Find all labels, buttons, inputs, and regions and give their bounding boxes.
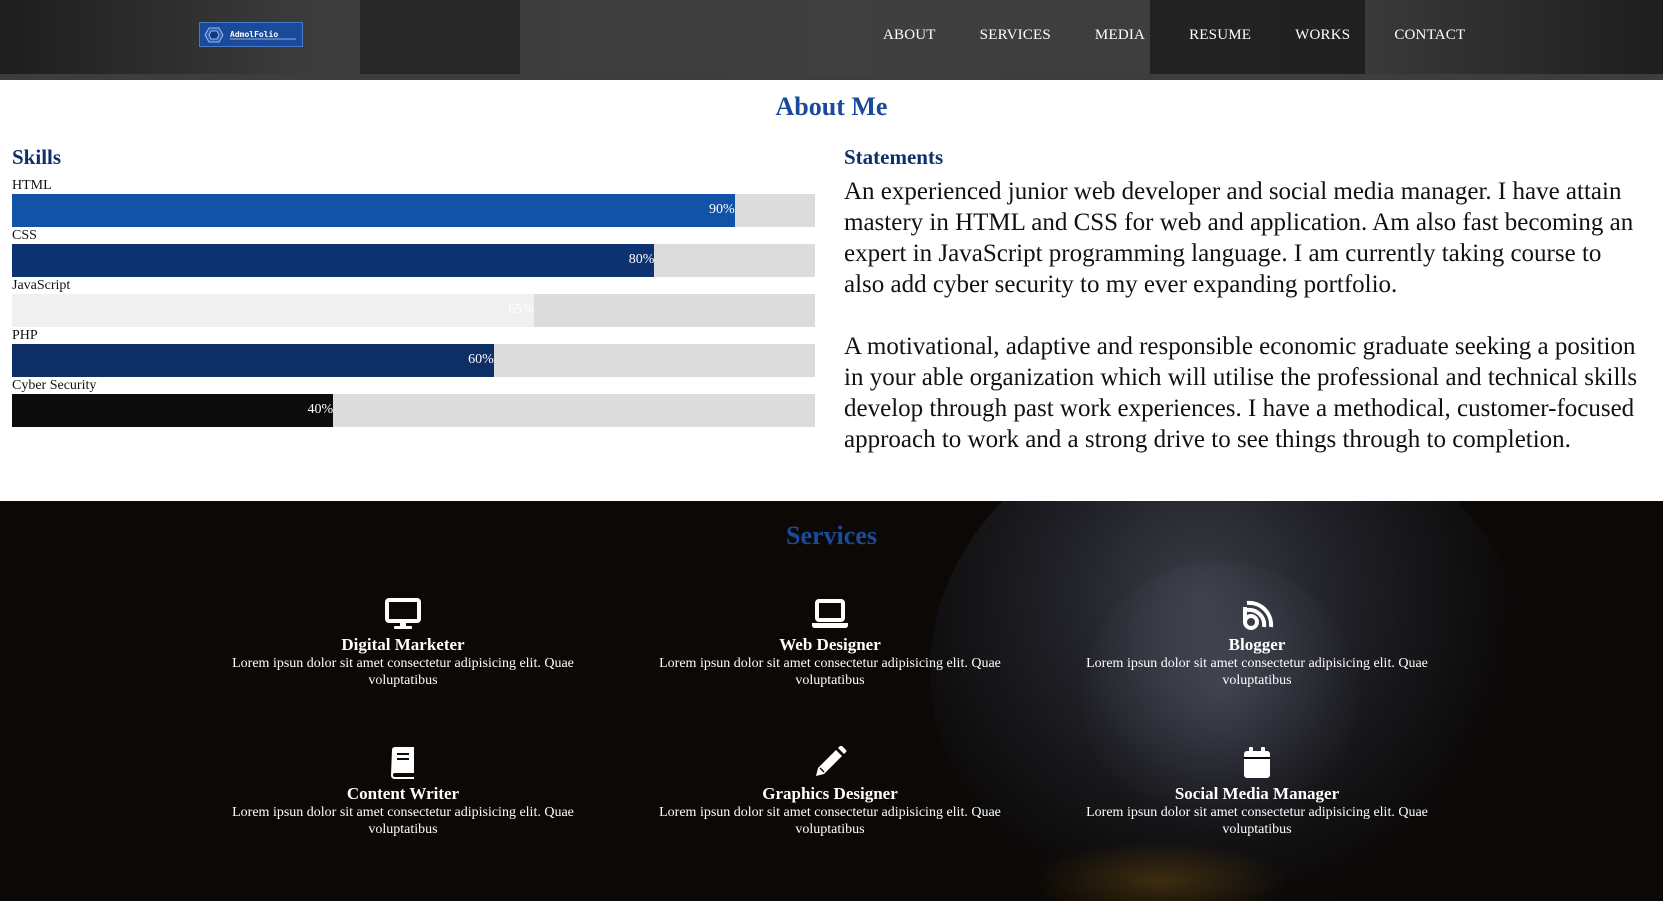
skill-html: HTML 90% bbox=[12, 177, 815, 227]
nav-link-services[interactable]: SERVICES bbox=[980, 27, 1051, 44]
skill-css: CSS 80% bbox=[12, 227, 815, 277]
service-name: Blogger bbox=[1228, 635, 1286, 654]
service-card-content-writer: Content Writer Lorem ipsun dolor sit ame… bbox=[213, 746, 593, 838]
services-heading: Services bbox=[786, 521, 877, 550]
service-description: Lorem ipsun dolor sit amet consectetur a… bbox=[232, 805, 574, 837]
nav-link-resume[interactable]: RESUME bbox=[1189, 27, 1251, 44]
site-logo[interactable]: AdmolFolio bbox=[199, 22, 303, 47]
about-section: About Me Skills HTML 90% CSS 80% JavaScr… bbox=[0, 80, 1663, 501]
skill-percent: 40% bbox=[307, 402, 334, 417]
hexagon-logo-icon bbox=[204, 27, 224, 42]
top-navbar: AdmolFolio ABOUT SERVICES MEDIA RESUME W… bbox=[0, 0, 1663, 80]
skill-bar-track: 80% bbox=[12, 244, 815, 277]
skill-javascript: JavaScript 65% bbox=[12, 277, 815, 327]
skill-percent: 90% bbox=[709, 202, 735, 217]
statement-paragraph: An experienced junior web developer and … bbox=[844, 178, 1634, 298]
service-description: Lorem ipsun dolor sit amet consectetur a… bbox=[1086, 805, 1428, 837]
service-card-social-media-manager: Social Media Manager Lorem ipsun dolor s… bbox=[1067, 746, 1447, 838]
skill-label: HTML bbox=[12, 178, 52, 193]
skill-bar-track: 90% bbox=[12, 194, 815, 227]
skill-label: JavaScript bbox=[12, 278, 71, 293]
service-name: Web Designer bbox=[779, 635, 881, 654]
statement-paragraph: A motivational, adaptive and responsible… bbox=[844, 333, 1638, 453]
skill-bar-track: 65% bbox=[12, 294, 815, 327]
service-name: Content Writer bbox=[346, 784, 460, 803]
skill-label: CSS bbox=[12, 228, 37, 243]
main-menu: ABOUT SERVICES MEDIA RESUME WORKS CONTAC… bbox=[883, 27, 1509, 44]
service-name: Graphics Designer bbox=[762, 784, 898, 803]
skill-percent: 65% bbox=[508, 302, 534, 317]
skill-label: PHP bbox=[12, 328, 38, 343]
statements-body: An experienced junior web developer and … bbox=[844, 176, 1644, 486]
skill-bar-fill: 65% bbox=[12, 294, 534, 327]
desktop-icon bbox=[385, 598, 421, 629]
skill-percent: 80% bbox=[628, 252, 655, 267]
logo-tagline bbox=[230, 38, 296, 40]
service-name: Social Media Manager bbox=[1174, 784, 1340, 803]
nav-link-contact[interactable]: CONTACT bbox=[1394, 27, 1465, 44]
blog-icon bbox=[1243, 600, 1274, 630]
service-card-blogger: Blogger Lorem ipsun dolor sit amet conse… bbox=[1067, 597, 1447, 689]
skill-label: Cyber Security bbox=[12, 378, 97, 393]
skill-bar-track: 40% bbox=[12, 394, 815, 427]
service-card-digital-marketer: Digital Marketer Lorem ipsun dolor sit a… bbox=[213, 597, 593, 689]
book-icon bbox=[391, 747, 414, 779]
service-name: Digital Marketer bbox=[341, 635, 465, 654]
service-description: Lorem ipsun dolor sit amet consectetur a… bbox=[659, 805, 1001, 837]
calendar-icon bbox=[1244, 747, 1270, 778]
skill-bar-fill: 80% bbox=[12, 244, 655, 277]
pencil-icon bbox=[816, 746, 847, 776]
skill-php: PHP 60% bbox=[12, 327, 815, 377]
nav-background-shade bbox=[360, 0, 520, 74]
service-card-web-designer: Web Designer Lorem ipsun dolor sit amet … bbox=[640, 597, 1020, 689]
service-description: Lorem ipsun dolor sit amet consectetur a… bbox=[659, 656, 1001, 688]
nav-link-about[interactable]: ABOUT bbox=[883, 27, 936, 44]
skill-bar-fill: 40% bbox=[12, 394, 334, 427]
services-section: Services Digital Marketer Lorem ipsun do… bbox=[0, 501, 1663, 901]
nav-link-works[interactable]: WORKS bbox=[1295, 27, 1350, 44]
nav-link-media[interactable]: MEDIA bbox=[1095, 27, 1145, 44]
about-heading: About Me bbox=[775, 92, 888, 121]
statements-heading: Statements bbox=[844, 145, 944, 169]
skill-bar-fill: 90% bbox=[12, 194, 735, 227]
skills-heading: Skills bbox=[12, 145, 62, 169]
skill-bar-track: 60% bbox=[12, 344, 815, 377]
laptop-icon bbox=[812, 599, 848, 628]
service-card-graphics-designer: Graphics Designer Lorem ipsun dolor sit … bbox=[640, 746, 1020, 838]
service-description: Lorem ipsun dolor sit amet consectetur a… bbox=[232, 656, 574, 688]
skill-percent: 60% bbox=[468, 352, 494, 367]
skill-cyber-security: Cyber Security 40% bbox=[12, 377, 815, 427]
skill-bar-fill: 60% bbox=[12, 344, 494, 377]
service-description: Lorem ipsun dolor sit amet consectetur a… bbox=[1086, 656, 1428, 688]
